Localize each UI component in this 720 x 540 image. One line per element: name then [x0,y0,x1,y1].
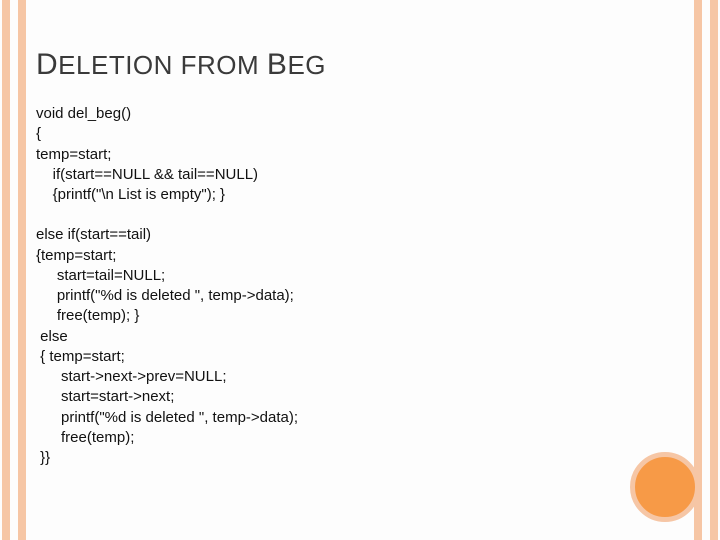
code-block-1: void del_beg() { temp=start; if(start==N… [36,104,684,205]
slide-content: DELETION FROM BEG void del_beg() { temp=… [36,48,684,468]
left-stripe-2 [18,0,26,540]
right-stripe-2 [710,0,718,540]
title-part-1: ELETION FROM [58,50,267,80]
code-block-2: else if(start==tail) {temp=start; start=… [36,225,684,468]
right-stripe-1 [694,0,702,540]
title-cap-b: B [267,48,288,81]
slide-title: DELETION FROM BEG [36,48,684,82]
title-cap-d: D [36,48,58,81]
title-part-2: EG [287,50,326,80]
left-stripe-1 [2,0,10,540]
